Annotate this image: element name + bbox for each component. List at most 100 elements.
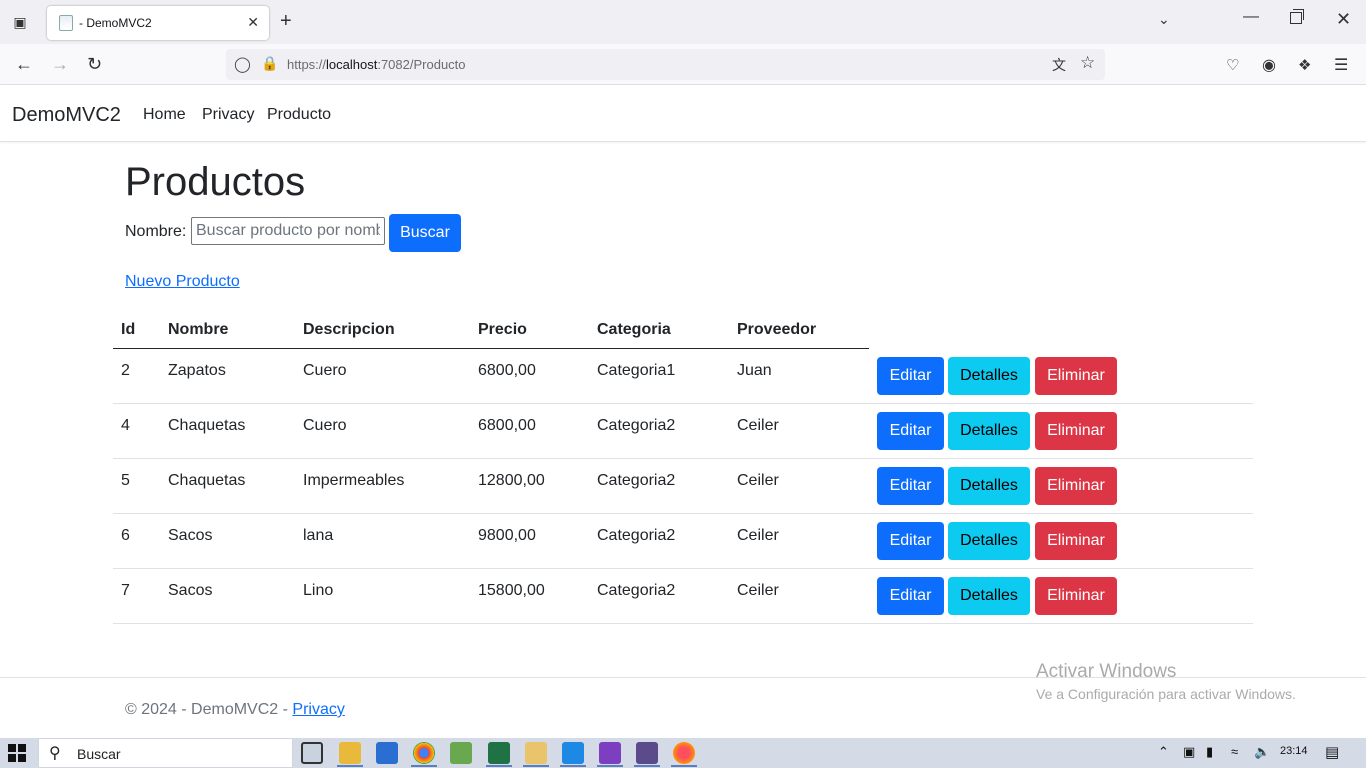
lock-icon[interactable]: 🔒: [261, 55, 278, 72]
tab-list-icon[interactable]: ▣: [10, 12, 30, 32]
taskbar-search-text: Buscar: [77, 746, 121, 762]
browser-toolbar: ← → ↻ ◯ 🔒 https://localhost:7082/Product…: [0, 44, 1366, 85]
close-tab-icon[interactable]: ✕: [247, 14, 259, 31]
cell-id: 7: [121, 582, 130, 599]
cell-proveedor: Ceiler: [737, 472, 779, 489]
minimize-icon[interactable]: —: [1243, 8, 1259, 26]
visual-studio-icon[interactable]: [599, 742, 621, 764]
footer: © 2024 - DemoMVC2 - Privacy: [125, 701, 345, 719]
cell-proveedor: Ceiler: [737, 582, 779, 599]
navbar-brand[interactable]: DemoMVC2: [12, 104, 121, 127]
delete-button[interactable]: Eliminar: [1035, 522, 1117, 560]
browser-tab[interactable]: - DemoMVC2 ✕: [47, 6, 269, 40]
delete-button[interactable]: Eliminar: [1035, 577, 1117, 615]
notifications-icon[interactable]: ▤: [1325, 743, 1339, 761]
notepad-icon[interactable]: [450, 742, 472, 764]
details-button[interactable]: Detalles: [948, 577, 1030, 615]
delete-button[interactable]: Eliminar: [1035, 357, 1117, 395]
wifi-icon[interactable]: ≈: [1231, 744, 1238, 759]
cell-proveedor: Juan: [737, 362, 772, 379]
windows-start-icon[interactable]: [8, 744, 26, 762]
header-proveedor: Proveedor: [737, 321, 817, 338]
cell-precio: 9800,00: [478, 527, 536, 544]
cell-id: 6: [121, 527, 130, 544]
details-button[interactable]: Detalles: [948, 522, 1030, 560]
cell-precio: 6800,00: [478, 417, 536, 434]
delete-button[interactable]: Eliminar: [1035, 467, 1117, 505]
taskbar-search[interactable]: ⚲ Buscar: [38, 738, 293, 768]
table-row: 6 Sacos lana 9800,00 Categoria2 Ceiler E…: [113, 514, 1253, 569]
url-text[interactable]: https://localhost:7082/Producto: [287, 57, 466, 72]
windows-taskbar: ⚲ Buscar ⌃ ▣ ▮ ≈ 🔈 23:14 ▤: [0, 738, 1366, 768]
cell-descripcion: Cuero: [303, 417, 347, 434]
task-view-icon[interactable]: [301, 742, 323, 764]
new-tab-icon[interactable]: +: [280, 10, 292, 33]
details-button[interactable]: Detalles: [948, 357, 1030, 395]
cell-nombre: Sacos: [168, 527, 213, 544]
nav-link-home[interactable]: Home: [143, 106, 186, 124]
cell-proveedor: Ceiler: [737, 417, 779, 434]
table-row: 7 Sacos Lino 15800,00 Categoria2 Ceiler …: [113, 569, 1253, 624]
cell-descripcion: Cuero: [303, 362, 347, 379]
cell-id: 5: [121, 472, 130, 489]
reload-icon[interactable]: ↻: [87, 54, 102, 75]
translate-icon[interactable]: 文: [1052, 55, 1066, 75]
vscode-icon[interactable]: [562, 742, 584, 764]
edit-button[interactable]: Editar: [877, 522, 944, 560]
app-running-indicator: [597, 765, 623, 767]
cell-nombre: Chaquetas: [168, 472, 246, 489]
pocket-icon[interactable]: ♡: [1226, 56, 1239, 74]
store-icon[interactable]: [376, 742, 398, 764]
meet-icon[interactable]: ▣: [1183, 744, 1195, 760]
paint-icon[interactable]: [525, 742, 547, 764]
header-id: Id: [121, 321, 136, 338]
edit-button[interactable]: Editar: [877, 412, 944, 450]
firefox-icon[interactable]: [673, 742, 695, 764]
chevron-down-icon[interactable]: ⌄: [1158, 11, 1170, 28]
back-icon[interactable]: ←: [15, 54, 33, 75]
footer-privacy-link[interactable]: Privacy: [292, 701, 344, 718]
volume-icon[interactable]: 🔈: [1254, 744, 1270, 760]
excel-icon[interactable]: [488, 742, 510, 764]
app-running-indicator: [523, 765, 549, 767]
cell-categoria: Categoria2: [597, 472, 676, 489]
url-bar[interactable]: ◯ 🔒 https://localhost:7082/Producto 文 ☆: [226, 49, 1105, 80]
forward-icon[interactable]: →: [51, 54, 69, 75]
details-button[interactable]: Detalles: [948, 412, 1030, 450]
close-window-icon[interactable]: ✕: [1336, 9, 1351, 30]
edit-button[interactable]: Editar: [877, 357, 944, 395]
table-header: Id Nombre Descripcion Precio Categoria P…: [113, 310, 1253, 349]
battery-icon[interactable]: ▮: [1206, 744, 1213, 760]
cell-descripcion: lana: [303, 527, 334, 544]
cell-id: 4: [121, 417, 130, 434]
nav-link-producto[interactable]: Producto: [267, 106, 331, 124]
new-product-link[interactable]: Nuevo Producto: [125, 273, 240, 291]
chevron-up-icon[interactable]: ⌃: [1158, 744, 1169, 760]
bookmark-star-icon[interactable]: ☆: [1080, 53, 1095, 73]
app-running-indicator: [560, 765, 586, 767]
delete-button[interactable]: Eliminar: [1035, 412, 1117, 450]
search-input[interactable]: [191, 217, 385, 245]
shield-icon[interactable]: ◯: [234, 55, 251, 73]
extensions-icon[interactable]: ❖: [1298, 56, 1311, 74]
header-categoria: Categoria: [597, 321, 671, 338]
account-icon[interactable]: ◉: [1262, 55, 1276, 75]
taskbar-clock[interactable]: 23:14: [1280, 745, 1308, 757]
products-table: Id Nombre Descripcion Precio Categoria P…: [113, 310, 1253, 624]
edit-button[interactable]: Editar: [877, 467, 944, 505]
terminal-icon[interactable]: [636, 742, 658, 764]
file-explorer-icon[interactable]: [339, 742, 361, 764]
menu-icon[interactable]: ☰: [1334, 55, 1348, 75]
activate-windows-title: Activar Windows: [1036, 661, 1177, 682]
search-button[interactable]: Buscar: [389, 214, 461, 252]
nav-link-privacy[interactable]: Privacy: [202, 106, 254, 124]
details-button[interactable]: Detalles: [948, 467, 1030, 505]
edit-button[interactable]: Editar: [877, 577, 944, 615]
chrome-icon[interactable]: [413, 742, 435, 764]
cell-nombre: Sacos: [168, 582, 213, 599]
cell-descripcion: Lino: [303, 582, 334, 599]
restore-icon[interactable]: [1290, 9, 1304, 24]
table-row: 2 Zapatos Cuero 6800,00 Categoria1 Juan …: [113, 349, 1253, 404]
header-precio: Precio: [478, 321, 527, 338]
cell-proveedor: Ceiler: [737, 527, 779, 544]
